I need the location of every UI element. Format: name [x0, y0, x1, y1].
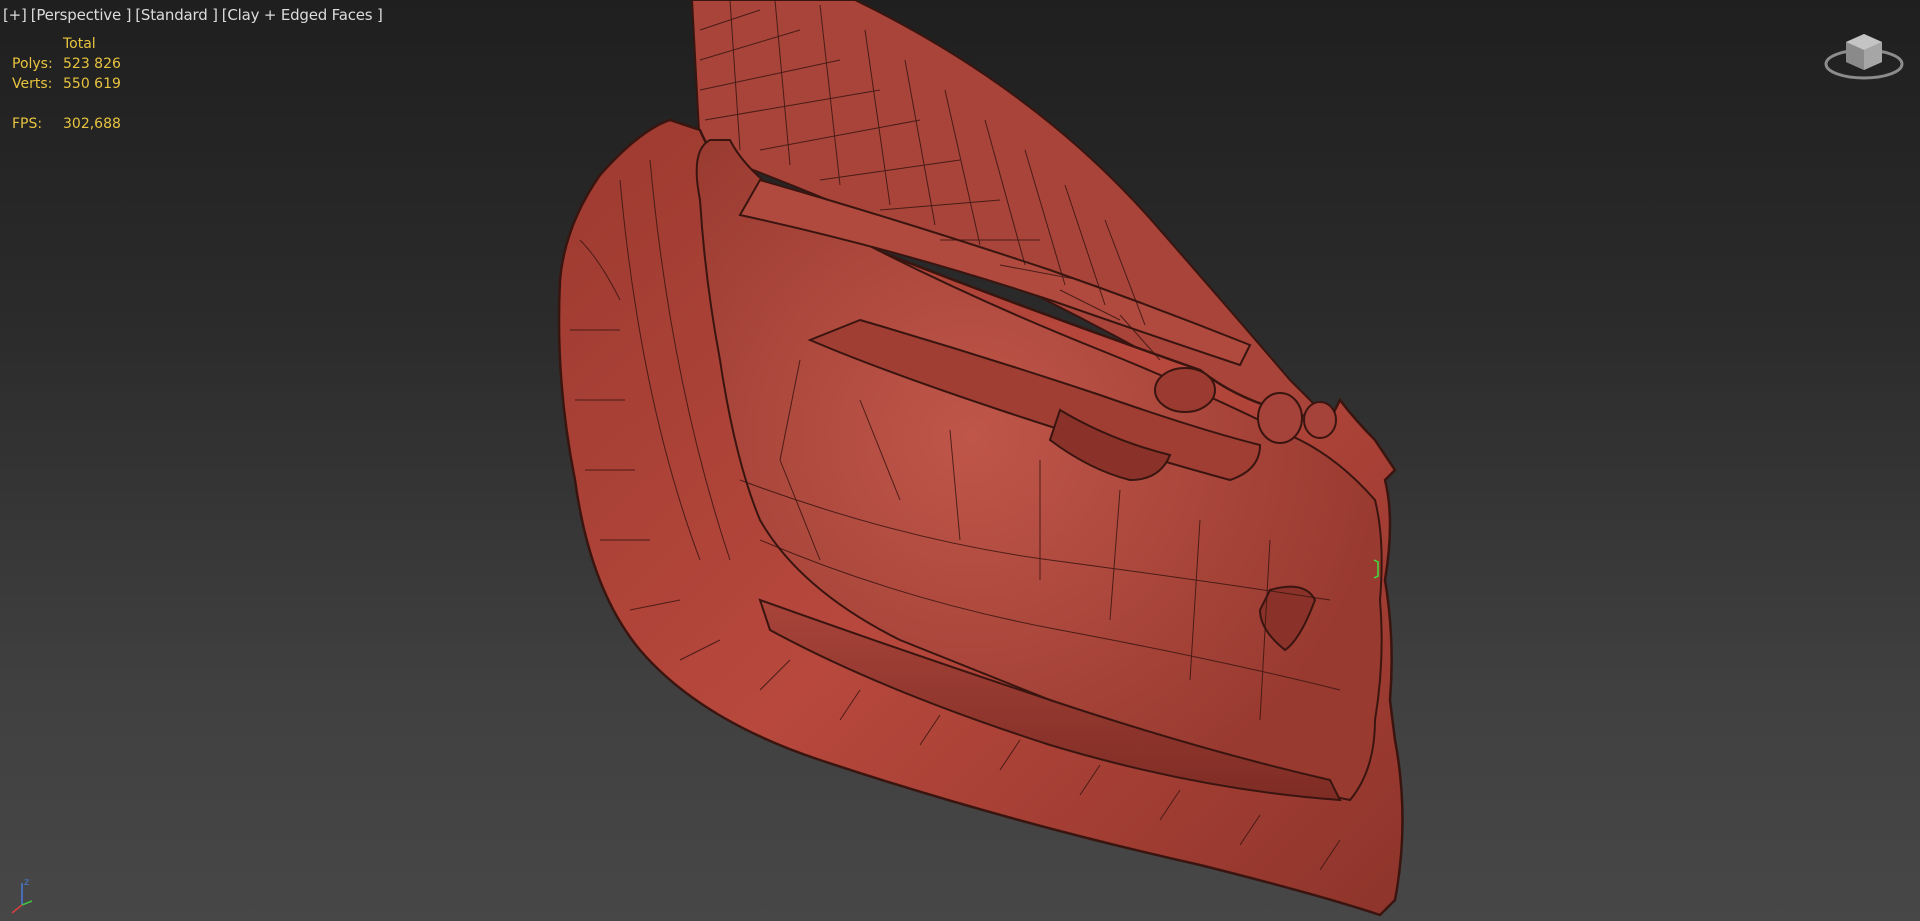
axis-tripod-icon: z: [6, 875, 40, 915]
verts-label: Verts:: [12, 76, 53, 92]
polys-label: Polys:: [12, 56, 53, 72]
fps-value: 302,688: [63, 116, 121, 132]
axis-z-label: z: [24, 877, 29, 888]
fps-label: FPS:: [12, 116, 43, 132]
viewport-display-mode-label[interactable]: [Clay + Edged Faces ]: [222, 6, 383, 24]
stats-header: Total: [63, 36, 96, 52]
viewport-menu-label[interactable]: [+]: [3, 6, 27, 24]
car-door-model[interactable]: [0, 0, 1920, 921]
viewport-view-label[interactable]: [Perspective ]: [31, 6, 132, 24]
viewport-label-bar: [+] [Perspective ] [Standard ] [Clay + Edge…: [3, 6, 387, 24]
viewport-shading-label[interactable]: [Standard ]: [135, 6, 218, 24]
statistics-overlay: Total Polys: 523 826 Verts: 550 619 FPS: 30…: [12, 34, 121, 134]
polys-value: 523 826: [63, 56, 121, 72]
viewcube-icon[interactable]: [1824, 30, 1904, 90]
verts-value: 550 619: [63, 76, 121, 92]
viewport-perspective[interactable]: [+] [Perspective ] [Standard ] [Clay + Edge…: [0, 0, 1920, 921]
